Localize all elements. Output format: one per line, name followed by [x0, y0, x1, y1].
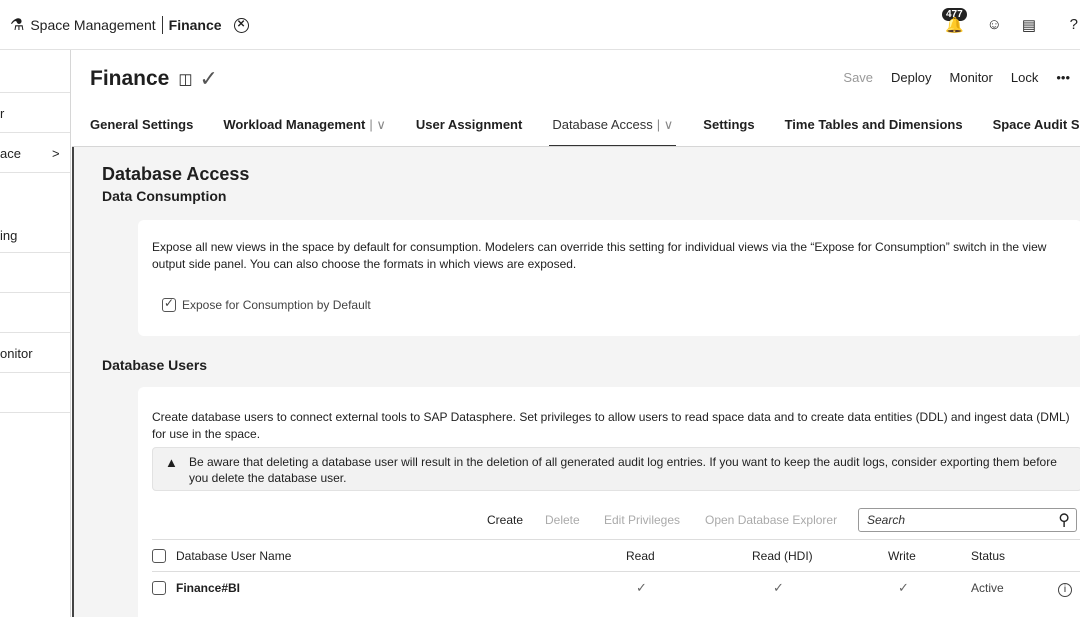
- column-header-write[interactable]: Write: [888, 549, 916, 563]
- deploy-button[interactable]: Deploy: [891, 70, 931, 85]
- status-cell: Active: [971, 581, 1004, 595]
- expose-for-consumption-checkbox[interactable]: Expose for Consumption by Default: [162, 296, 371, 312]
- sidebar-divider: [0, 372, 70, 373]
- sidebar-item-label: ace: [0, 146, 21, 161]
- sidebar-divider: [0, 132, 70, 133]
- tab-bar: General Settings Workload Management | ∨ …: [90, 117, 1080, 147]
- save-button[interactable]: Save: [843, 70, 873, 85]
- header-actions: Save Deploy Monitor Lock •••: [825, 70, 1070, 85]
- info-circle-icon[interactable]: i: [1058, 583, 1072, 597]
- data-consumption-panel: Expose all new views in the space by def…: [138, 220, 1080, 336]
- sidebar-item-space[interactable]: ace >: [0, 146, 70, 161]
- search-field[interactable]: ⚲: [858, 508, 1077, 532]
- row-select-checkbox[interactable]: [152, 580, 166, 595]
- tab-label: Space Audit Se: [992, 117, 1080, 132]
- tab-workload-management[interactable]: Workload Management | ∨: [223, 117, 386, 147]
- tab-settings[interactable]: Settings: [703, 117, 754, 147]
- open-database-explorer-button[interactable]: Open Database Explorer: [705, 513, 837, 527]
- info-icon[interactable]: i: [1058, 581, 1072, 597]
- database-users-panel: Create database users to connect externa…: [138, 387, 1080, 617]
- close-icon[interactable]: ✕: [233, 17, 249, 33]
- tab-label: Time Tables and Dimensions: [784, 117, 963, 132]
- database-icon: ◫: [178, 71, 193, 88]
- column-header-status[interactable]: Status: [971, 549, 1005, 563]
- page-title-text: Finance: [90, 67, 170, 90]
- chevron-down-icon[interactable]: | ∨: [369, 117, 386, 132]
- sidebar-item-2[interactable]: ing: [0, 228, 70, 243]
- checkbox-icon[interactable]: [152, 548, 166, 563]
- guided-tour-icon[interactable]: ▤: [1022, 16, 1036, 34]
- section-title: Database Access: [102, 164, 250, 184]
- deployed-check-icon: ✓: [199, 66, 218, 91]
- tab-label: Database Access: [552, 117, 653, 132]
- sidebar-divider: [0, 172, 70, 173]
- breadcrumb: ⚗ Space Management Finance ✕: [10, 15, 249, 35]
- warning-text: Be aware that deleting a database user w…: [189, 455, 1057, 485]
- more-options-button[interactable]: •••: [1056, 70, 1070, 85]
- tab-label: General Settings: [90, 117, 194, 132]
- sidebar-divider: [0, 252, 70, 253]
- section-subtitle: Data Consumption: [102, 188, 227, 204]
- user-name-cell: Finance#BI: [176, 581, 241, 595]
- tab-general-settings[interactable]: General Settings: [90, 117, 193, 147]
- sidebar-divider: [0, 92, 70, 93]
- app-title[interactable]: Space Management: [30, 17, 155, 33]
- tab-time-tables[interactable]: Time Tables and Dimensions: [785, 117, 963, 147]
- sidebar-divider: [0, 292, 70, 293]
- feedback-icon[interactable]: ☺: [987, 16, 1002, 33]
- write-check-icon: ✓: [898, 580, 909, 595]
- search-input[interactable]: [867, 513, 1047, 527]
- users-toolbar: Create Delete Edit Privileges Open Datab…: [138, 508, 1080, 532]
- tab-label: Settings: [703, 117, 755, 132]
- database-users-description: Create database users to connect externa…: [152, 410, 1070, 441]
- edit-privileges-button[interactable]: Edit Privileges: [604, 513, 680, 527]
- sidebar-item-1[interactable]: r: [0, 106, 70, 121]
- tab-label: Workload Management: [223, 117, 366, 132]
- column-header-read[interactable]: Read: [626, 549, 655, 563]
- page-title: Finance ◫ ✓: [90, 66, 218, 92]
- sidebar-divider: [0, 412, 70, 413]
- sidebar-item-monitor[interactable]: onitor: [0, 346, 70, 361]
- tab-space-audit[interactable]: Space Audit Se: [993, 117, 1080, 147]
- create-button[interactable]: Create: [487, 513, 523, 527]
- breadcrumb-divider: [161, 16, 163, 34]
- chevron-right-icon: >: [52, 146, 60, 161]
- sidebar-divider: [0, 332, 70, 333]
- database-users-table: Database User Name Read Read (HDI) Write…: [152, 539, 1080, 603]
- warning-icon: ▲: [165, 455, 178, 470]
- space-management-icon: ⚗: [10, 17, 25, 34]
- space-name: Finance: [168, 17, 222, 33]
- table-header-row: Database User Name Read Read (HDI) Write…: [152, 539, 1080, 571]
- warning-message-strip: ▲ Be aware that deleting a database user…: [152, 447, 1080, 491]
- select-all-checkbox[interactable]: [152, 548, 166, 563]
- column-header-read-hdi[interactable]: Read (HDI): [752, 549, 813, 563]
- tab-user-assignment[interactable]: User Assignment: [416, 117, 522, 147]
- expose-for-consumption-label: Expose for Consumption by Default: [182, 298, 371, 312]
- column-header-name[interactable]: Database User Name: [176, 549, 291, 563]
- bell-icon[interactable]: 🔔: [945, 16, 964, 34]
- database-users-title: Database Users: [102, 357, 208, 373]
- monitor-button[interactable]: Monitor: [950, 70, 993, 85]
- tab-label: User Assignment: [415, 117, 523, 132]
- read-hdi-check-icon: ✓: [773, 580, 784, 595]
- read-check-icon: ✓: [636, 580, 647, 595]
- checkbox-icon[interactable]: [152, 580, 166, 595]
- tab-database-access[interactable]: Database Access | ∨: [549, 117, 677, 147]
- table-row[interactable]: Finance#BI ✓ ✓ ✓ Active i: [152, 571, 1080, 603]
- data-consumption-description: Expose all new views in the space by def…: [152, 240, 1047, 271]
- chevron-down-icon[interactable]: | ∨: [657, 117, 674, 132]
- help-icon[interactable]: ?: [1070, 16, 1078, 33]
- left-sidebar: r ace > ing onitor: [0, 50, 71, 617]
- checkbox-checked-icon[interactable]: [162, 296, 176, 312]
- content-area: Database Access Data Consumption Expose …: [72, 147, 1080, 617]
- lock-button[interactable]: Lock: [1011, 70, 1038, 85]
- delete-button[interactable]: Delete: [545, 513, 580, 527]
- search-icon[interactable]: ⚲: [1058, 510, 1070, 530]
- shell-bar: ⚗ Space Management Finance ✕ 477 🔔 ☺ ▤ ?: [0, 0, 1080, 50]
